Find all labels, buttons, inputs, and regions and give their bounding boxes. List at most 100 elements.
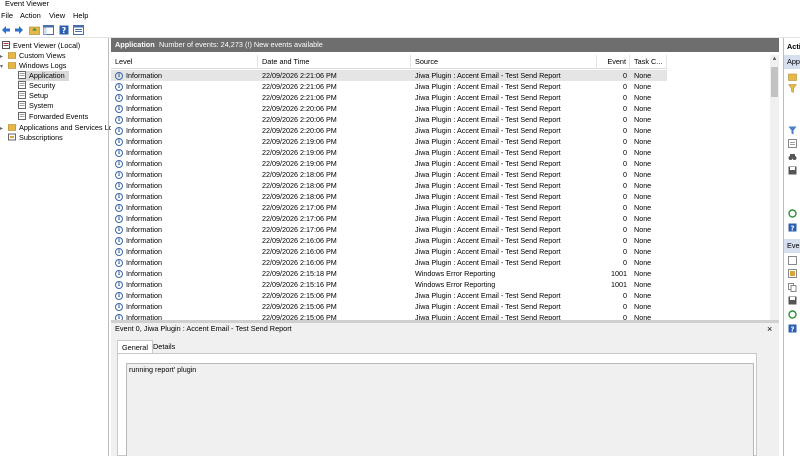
tree-windows-logs[interactable]: ▾ Windows Logs bbox=[0, 61, 66, 71]
cell-level: Information bbox=[126, 313, 162, 320]
table-row[interactable]: i Information 22/09/2026 2:17:06 PM Jiwa Pl… bbox=[111, 213, 667, 224]
column-source[interactable]: Source bbox=[411, 55, 597, 69]
cell-level: Information bbox=[126, 236, 162, 245]
cell-task-category: None bbox=[634, 126, 652, 135]
chevron-down-icon[interactable]: ▾ bbox=[0, 62, 8, 72]
save-icon[interactable] bbox=[788, 166, 797, 175]
column-date-time[interactable]: Date and Time bbox=[258, 55, 411, 69]
refresh-icon[interactable] bbox=[788, 310, 797, 319]
close-icon[interactable]: × bbox=[767, 323, 772, 335]
table-row[interactable]: i Information 22/09/2026 2:19:06 PM Jiwa Pl… bbox=[111, 136, 667, 147]
tab-details[interactable]: Details bbox=[149, 340, 179, 353]
table-row[interactable]: i Information 22/09/2026 2:20:06 PM Jiwa Pl… bbox=[111, 103, 667, 114]
table-row[interactable]: i Information 22/09/2026 2:18:06 PM Jiwa Pl… bbox=[111, 180, 667, 191]
tree-apps-services[interactable]: ▸ Applications and Services Lo bbox=[0, 123, 113, 133]
table-row[interactable]: i Information 22/09/2026 2:19:06 PM Jiwa Pl… bbox=[111, 158, 667, 169]
menu-file[interactable]: File bbox=[1, 10, 13, 21]
cell-event-id: 0 bbox=[623, 104, 627, 113]
help-icon[interactable]: ? bbox=[788, 223, 797, 232]
information-icon: i bbox=[115, 71, 123, 80]
table-row[interactable]: i Information 22/09/2026 2:21:06 PM Jiwa Pl… bbox=[111, 81, 667, 92]
menu-view[interactable]: View bbox=[49, 10, 65, 21]
toolbar: ? bbox=[0, 22, 800, 38]
table-row[interactable]: i Information 22/09/2026 2:20:06 PM Jiwa Pl… bbox=[111, 125, 667, 136]
open-log-icon[interactable] bbox=[788, 72, 797, 81]
actions-section-application[interactable]: App bbox=[784, 55, 800, 69]
table-row[interactable]: i Information 22/09/2026 2:17:06 PM Jiwa Pl… bbox=[111, 224, 667, 235]
information-icon: i bbox=[115, 159, 123, 168]
cell-source: Jiwa Plugin : Accent Email - Test Send R… bbox=[415, 225, 561, 234]
tree-log-setup[interactable]: Setup bbox=[18, 91, 48, 101]
cell-event-id: 0 bbox=[623, 159, 627, 168]
properties-icon[interactable] bbox=[72, 24, 84, 36]
tree-log-forwarded-events[interactable]: Forwarded Events bbox=[18, 112, 88, 122]
tree-custom-views[interactable]: ▸ Custom Views bbox=[0, 51, 66, 61]
cell-source: Jiwa Plugin : Accent Email - Test Send R… bbox=[415, 159, 561, 168]
help-icon[interactable]: ? bbox=[58, 24, 70, 36]
up-folder-icon[interactable] bbox=[28, 24, 40, 36]
folder-icon bbox=[8, 52, 16, 59]
table-row[interactable]: i Information 22/09/2026 2:15:16 PM Windows… bbox=[111, 279, 667, 290]
scrollbar-thumb[interactable] bbox=[771, 67, 778, 97]
table-row[interactable]: i Information 22/09/2026 2:18:06 PM Jiwa Pl… bbox=[111, 191, 667, 202]
tree-event-viewer-local[interactable]: Event Viewer (Local) bbox=[2, 41, 80, 51]
help-icon[interactable]: ? bbox=[788, 324, 797, 333]
table-row[interactable]: i Information 22/09/2026 2:15:06 PM Jiwa Pl… bbox=[111, 301, 667, 312]
menu-help[interactable]: Help bbox=[73, 10, 88, 21]
actions-section-event[interactable]: Eve bbox=[784, 239, 800, 253]
copy-icon[interactable] bbox=[788, 283, 797, 292]
scroll-up-icon[interactable]: ▲ bbox=[770, 55, 779, 64]
forward-arrow-icon[interactable] bbox=[13, 24, 25, 36]
cell-date-time: 22/09/2026 2:16:06 PM bbox=[262, 258, 337, 267]
find-icon[interactable] bbox=[788, 153, 797, 162]
event-description[interactable]: running report' plugin bbox=[126, 363, 754, 456]
attach-task-icon[interactable] bbox=[788, 269, 797, 278]
table-row[interactable]: i Information 22/09/2026 2:16:06 PM Jiwa Pl… bbox=[111, 246, 667, 257]
event-list: Level Date and Time Source Event ID Task… bbox=[111, 55, 771, 320]
refresh-icon[interactable] bbox=[788, 209, 797, 218]
back-arrow-icon[interactable] bbox=[0, 24, 12, 36]
table-row[interactable]: i Information 22/09/2026 2:16:06 PM Jiwa Pl… bbox=[111, 235, 667, 246]
cell-level: Information bbox=[126, 71, 162, 80]
table-row[interactable]: i Information 22/09/2026 2:15:06 PM Jiwa Pl… bbox=[111, 290, 667, 301]
tree-log-system[interactable]: System bbox=[18, 101, 53, 111]
table-row[interactable]: i Information 22/09/2026 2:16:06 PM Jiwa Pl… bbox=[111, 257, 667, 268]
tree-log-application[interactable]: Application bbox=[18, 71, 69, 81]
column-level[interactable]: Level bbox=[111, 55, 258, 69]
information-icon: i bbox=[115, 93, 123, 102]
table-row[interactable]: i Information 22/09/2026 2:21:06 PM Jiwa Pl… bbox=[111, 92, 667, 103]
tree-log-security[interactable]: Security bbox=[18, 81, 55, 91]
cell-source: Jiwa Plugin : Accent Email - Test Send R… bbox=[415, 82, 561, 91]
cell-date-time: 22/09/2026 2:15:06 PM bbox=[262, 302, 337, 311]
table-row[interactable]: i Information 22/09/2026 2:20:06 PM Jiwa Pl… bbox=[111, 114, 667, 125]
menu-action[interactable]: Action bbox=[20, 10, 41, 21]
cell-event-id: 0 bbox=[623, 313, 627, 320]
chevron-right-icon[interactable]: ▸ bbox=[0, 124, 8, 134]
cell-event-id: 0 bbox=[623, 203, 627, 212]
cell-event-id: 0 bbox=[623, 126, 627, 135]
properties-icon[interactable] bbox=[788, 139, 797, 148]
table-row[interactable]: i Information 22/09/2026 2:15:06 PM Jiwa Pl… bbox=[111, 312, 667, 320]
console-tree-icon[interactable] bbox=[42, 24, 54, 36]
cell-source: Jiwa Plugin : Accent Email - Test Send R… bbox=[415, 104, 561, 113]
table-row[interactable]: i Information 22/09/2026 2:21:06 PM Jiwa Pl… bbox=[111, 70, 667, 81]
log-icon bbox=[18, 71, 26, 79]
table-row[interactable]: i Information 22/09/2026 2:15:18 PM Windows… bbox=[111, 268, 667, 279]
tree-subscriptions[interactable]: Subscriptions bbox=[8, 133, 63, 143]
cell-source: Jiwa Plugin : Accent Email - Test Send R… bbox=[415, 313, 561, 320]
tree-label: Subscriptions bbox=[19, 133, 63, 142]
event-properties-icon[interactable] bbox=[788, 256, 797, 265]
cell-date-time: 22/09/2026 2:20:06 PM bbox=[262, 126, 337, 135]
save-selected-icon[interactable] bbox=[788, 296, 797, 305]
column-event-id[interactable]: Event ID bbox=[597, 55, 630, 80]
event-list-scrollbar[interactable]: ▲ bbox=[770, 55, 779, 320]
create-view-icon[interactable] bbox=[788, 84, 797, 93]
tab-general[interactable]: General bbox=[117, 340, 153, 353]
table-row[interactable]: i Information 22/09/2026 2:19:06 PM Jiwa Pl… bbox=[111, 147, 667, 158]
cell-source: Jiwa Plugin : Accent Email - Test Send R… bbox=[415, 192, 561, 201]
cell-source: Jiwa Plugin : Accent Email - Test Send R… bbox=[415, 181, 561, 190]
table-row[interactable]: i Information 22/09/2026 2:18:06 PM Jiwa Pl… bbox=[111, 169, 667, 180]
filter-icon[interactable] bbox=[788, 126, 797, 135]
column-task-category[interactable]: Task C... bbox=[630, 55, 667, 69]
table-row[interactable]: i Information 22/09/2026 2:17:06 PM Jiwa Pl… bbox=[111, 202, 667, 213]
